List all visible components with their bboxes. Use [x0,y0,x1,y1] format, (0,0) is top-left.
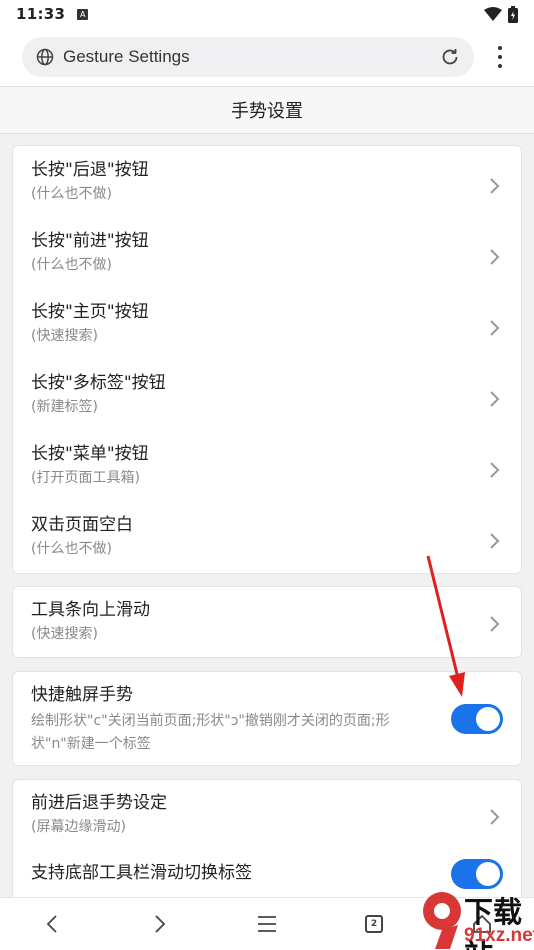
setting-forward-back-gesture[interactable]: 前进后退手势设定 (屏幕边缘滑动) [13,792,521,848]
settings-group-long-press: 长按"后退"按钮 (什么也不做) 长按"前进"按钮 (什么也不做) 长按"主页"… [12,145,522,574]
chevron-right-icon [490,809,500,825]
setting-title: 长按"多标签"按钮 [31,373,166,393]
setting-title: 长按"后退"按钮 [31,160,149,180]
chevron-right-icon [490,178,500,194]
toggle-knob [476,862,500,886]
chevron-right-icon [490,249,500,265]
setting-quick-touch-gesture[interactable]: 快捷触屏手势 绘制形状"c"关闭当前页面;形状"ɔ"撤销刚才关闭的页面;形状"n… [13,684,521,764]
back-icon[interactable] [40,912,64,936]
wifi-icon [484,7,502,21]
setting-value: (什么也不做) [31,186,112,202]
chevron-right-icon [490,320,500,336]
setting-title: 长按"前进"按钮 [31,231,149,251]
page-title: 手势设置 [0,86,534,134]
setting-long-press-back[interactable]: 长按"后退"按钮 (什么也不做) [13,159,521,219]
setting-title: 快捷触屏手势 [31,685,133,705]
watermark-domain: 91xz.net [464,925,534,946]
setting-title: 工具条向上滑动 [31,600,150,620]
setting-title: 双击页面空白 [31,515,133,535]
setting-value: (快速搜索) [31,328,98,344]
a-icon: A [77,8,89,20]
tabs-icon[interactable]: 2 [362,912,386,936]
status-bar: 11:33 A [0,0,534,28]
settings-group-touch-gesture: 快捷触屏手势 绘制形状"c"关闭当前页面;形状"ɔ"撤销刚才关闭的页面;形状"n… [12,671,522,766]
setting-value: (新建标签) [31,399,98,415]
toggle-knob [476,707,500,731]
setting-description: 绘制形状"c"关闭当前页面;形状"ɔ"撤销刚才关闭的页面;形状"n"新建一个标签 [31,713,390,752]
address-bar[interactable]: Gesture Settings [22,37,474,77]
chevron-right-icon [490,533,500,549]
setting-value: (打开页面工具箱) [31,470,140,486]
setting-title: 长按"主页"按钮 [31,302,149,322]
settings-group-toolbar-swipe: 工具条向上滑动 (快速搜索) [12,586,522,658]
menu-icon[interactable] [255,912,279,936]
setting-double-tap-blank[interactable]: 双击页面空白 (什么也不做) [13,514,521,574]
tab-count: 2 [365,915,383,933]
top-bar: Gesture Settings [0,28,534,86]
chevron-right-icon [490,462,500,478]
gesture-toggle[interactable] [451,704,503,734]
chevron-right-icon [490,391,500,407]
setting-value: (屏幕边缘滑动) [31,819,126,835]
setting-title: 前进后退手势设定 [31,793,167,813]
status-icons [484,5,518,23]
reload-icon[interactable] [440,47,460,67]
status-time: 11:33 [16,5,66,23]
setting-long-press-tabs[interactable]: 长按"多标签"按钮 (新建标签) [13,372,521,432]
setting-long-press-forward[interactable]: 长按"前进"按钮 (什么也不做) [13,230,521,290]
setting-value: (什么也不做) [31,257,112,273]
setting-toolbar-swipe-up[interactable]: 工具条向上滑动 (快速搜索) [13,599,521,651]
setting-long-press-home[interactable]: 长按"主页"按钮 (快速搜索) [13,301,521,361]
setting-long-press-menu[interactable]: 长按"菜单"按钮 (打开页面工具箱) [13,443,521,503]
globe-icon [36,48,54,66]
chevron-right-icon [490,616,500,632]
address-text: Gesture Settings [63,47,190,66]
setting-title: 长按"菜单"按钮 [31,444,149,464]
more-vert-icon[interactable] [488,44,512,70]
battery-icon [508,5,518,23]
setting-value: (什么也不做) [31,541,112,557]
forward-icon[interactable] [148,912,172,936]
watermark-logo: 下载站 91xz.net [420,885,534,950]
setting-value: (快速搜索) [31,626,98,642]
setting-title: 支持底部工具栏滑动切换标签 [31,863,252,883]
